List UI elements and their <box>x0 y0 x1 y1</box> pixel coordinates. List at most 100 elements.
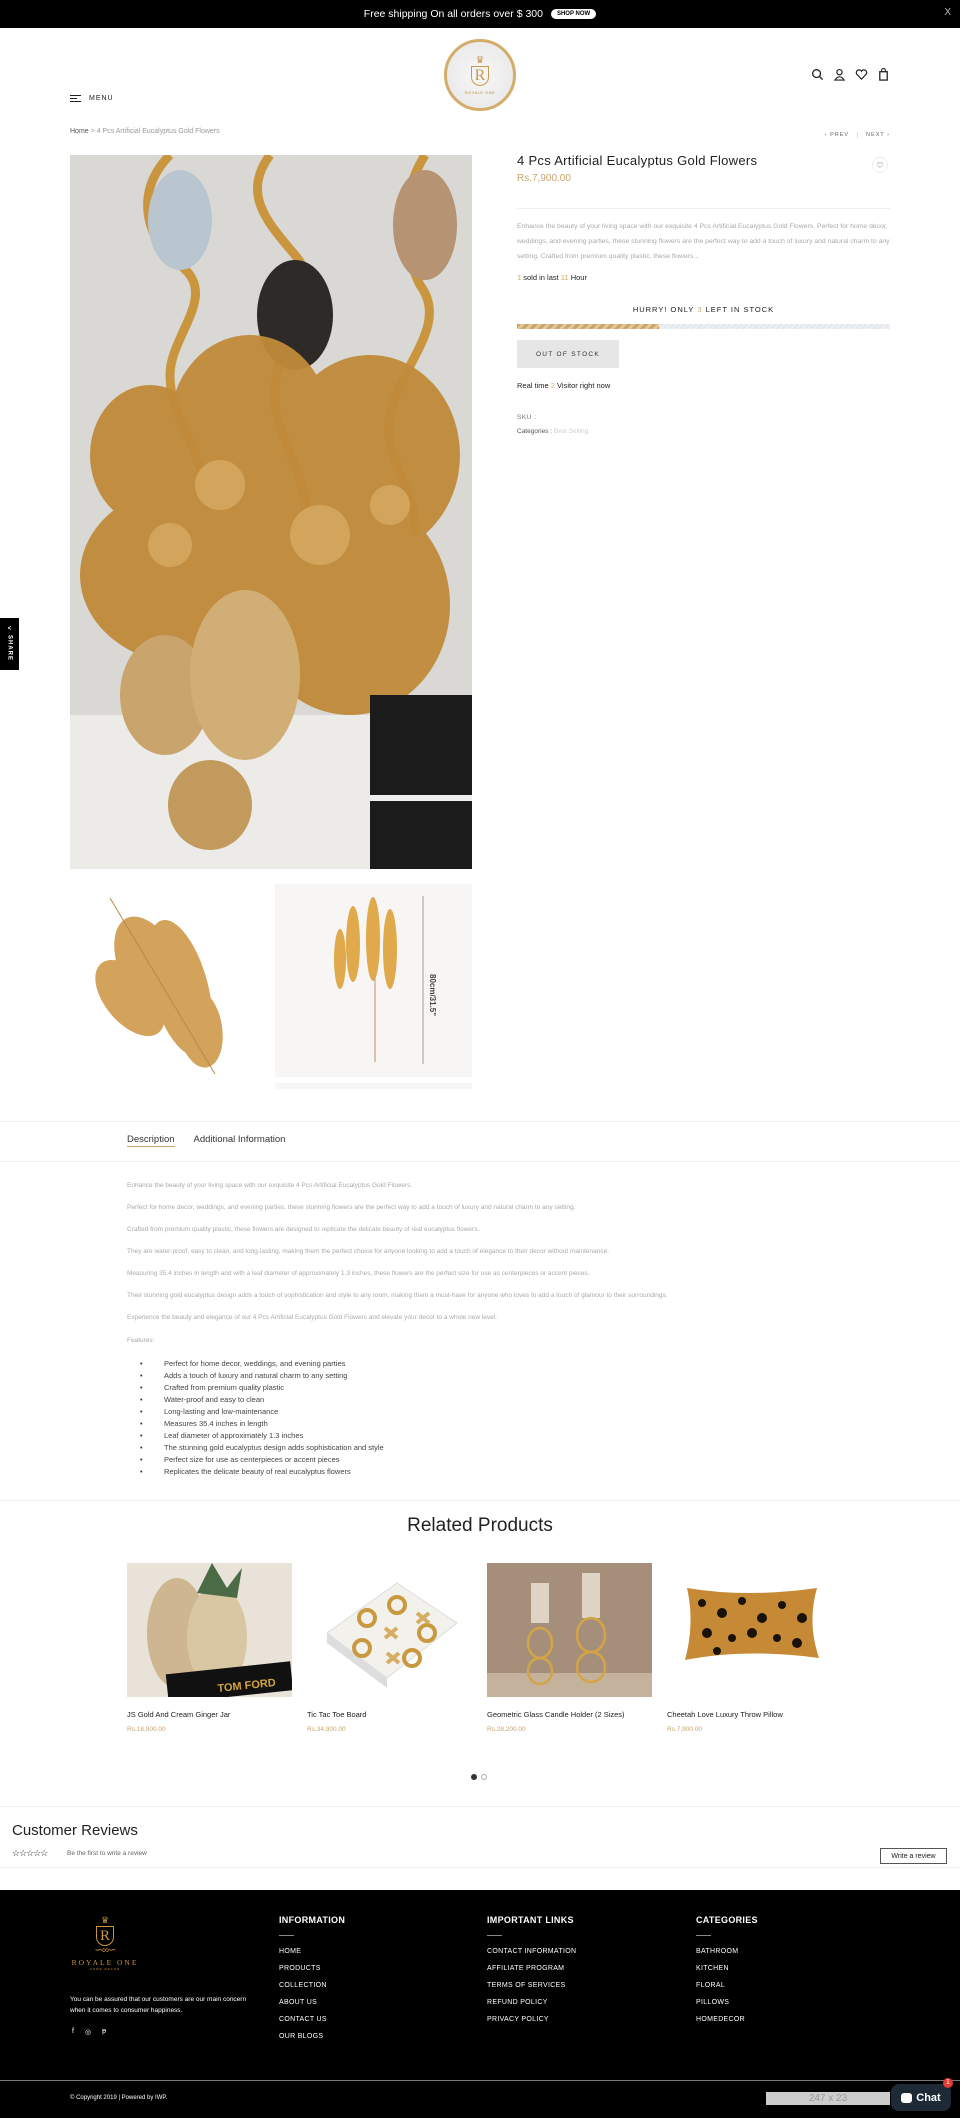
share-button[interactable]: < SHARE <box>0 618 19 670</box>
divider <box>0 2080 960 2081</box>
search-icon[interactable] <box>811 68 824 81</box>
pinterest-icon[interactable]: ᵽ <box>102 2028 106 2036</box>
product-name[interactable]: JS Gold And Cream Ginger Jar <box>127 1710 292 1719</box>
site-logo[interactable]: ♛ R ROYALE ONE <box>444 39 516 111</box>
feature-item: Measures 35.4 inches in length <box>140 1419 384 1431</box>
stock-progress-fill <box>517 324 659 329</box>
shop-now-button[interactable]: SHOP NOW <box>550 9 597 19</box>
divider <box>0 1161 960 1162</box>
categories: Categories : Best Selling <box>517 428 588 435</box>
product-image[interactable]: TOM FORD <box>127 1563 292 1697</box>
sku-label: SKU : <box>517 414 537 421</box>
footer-column-title: CATEGORIES <box>696 1915 758 1925</box>
stock-progress-bar <box>517 324 890 329</box>
announcement-text: Free shipping On all orders over $ 300 <box>363 8 543 20</box>
reviews-empty-text: Be the first to write a review <box>67 1850 147 1857</box>
close-announcement-icon[interactable]: X <box>944 7 951 18</box>
divider <box>0 1500 960 1501</box>
feature-item: Crafted from premium quality plastic <box>140 1383 384 1395</box>
product-price: Rs.28,200.00 <box>487 1726 526 1733</box>
hamburger-icon <box>70 95 81 102</box>
carousel-dot[interactable] <box>471 1774 477 1780</box>
footer-link[interactable]: TERMS OF SERVICES <box>487 1982 576 1999</box>
footer-column-title: IMPORTANT LINKS <box>487 1915 574 1925</box>
footer-link[interactable]: CONTACT US <box>279 2016 345 2033</box>
features-label: Features: <box>127 1337 155 1344</box>
footer-link[interactable]: AFFILIATE PROGRAM <box>487 1965 576 1982</box>
footer-link[interactable]: HOME <box>279 1948 345 1965</box>
product-tabs: Description Additional Information <box>127 1134 285 1147</box>
footer-link[interactable]: OUR BLOGS <box>279 2033 345 2050</box>
category-link[interactable]: Best Selling <box>554 428 588 435</box>
chat-button[interactable]: Chat <box>891 2084 951 2111</box>
breadcrumb-separator: > <box>90 128 95 135</box>
footer-logo[interactable]: ♛ R ∽∞∽ ROYALE ONE HOME DECOR <box>70 1915 140 1971</box>
share-icon: < <box>7 626 12 633</box>
description-paragraph: They are water-proof, easy to clean, and… <box>127 1248 610 1255</box>
heart-icon[interactable] <box>855 68 868 81</box>
out-of-stock-button[interactable]: OUT OF STOCK <box>517 340 619 368</box>
product-image[interactable] <box>487 1563 652 1697</box>
carousel-dot[interactable] <box>481 1774 487 1780</box>
footer-link[interactable]: PRIVACY POLICY <box>487 2016 576 2033</box>
related-product-card[interactable]: Tic Tac Toe Board Rs.34,900.00 <box>307 1563 472 1733</box>
tab-additional-information[interactable]: Additional Information <box>194 1134 286 1147</box>
product-name[interactable]: Tic Tac Toe Board <box>307 1710 472 1719</box>
footer-link[interactable]: COLLECTION <box>279 1982 345 1999</box>
chat-notification-badge: 1 <box>943 2078 953 2088</box>
cheetah-pillow-photo <box>667 1563 832 1697</box>
footer-link[interactable]: ABOUT US <box>279 1999 345 2016</box>
description-paragraph: Crafted from premium quality plastic, th… <box>127 1226 480 1233</box>
instagram-icon[interactable]: ◎ <box>85 2028 91 2036</box>
related-product-card[interactable]: TOM FORD JS Gold And Cream Ginger Jar Rs… <box>127 1563 292 1733</box>
footer-link[interactable]: FLORAL <box>696 1982 758 1999</box>
sold-suffix: Hour <box>570 273 587 282</box>
menu-button[interactable]: MENU <box>70 95 114 102</box>
thumbnail-image-3[interactable] <box>275 1083 472 1089</box>
product-price: Rs.18,900.00 <box>127 1726 166 1733</box>
footer-link[interactable]: PILLOWS <box>696 1999 758 2016</box>
footer-link[interactable]: REFUND POLICY <box>487 1999 576 2016</box>
wishlist-button[interactable]: ♡ <box>872 157 888 173</box>
sold-hours: 11 <box>560 273 569 282</box>
breadcrumb-home[interactable]: Home <box>70 128 89 135</box>
footer-link[interactable]: HOMEDECOR <box>696 2016 758 2033</box>
footer-link[interactable]: CONTACT INFORMATION <box>487 1948 576 1965</box>
footer-column-categories: CATEGORIES BATHROOM KITCHEN FLORAL PILLO… <box>696 1915 758 2033</box>
tab-description[interactable]: Description <box>127 1134 175 1147</box>
thumbnail-image-1[interactable] <box>70 878 260 1074</box>
related-products-title: Related Products <box>407 1515 553 1536</box>
footer-link[interactable]: BATHROOM <box>696 1948 758 1965</box>
eucalyptus-stems-photo <box>95 897 223 1074</box>
write-review-button[interactable]: Write a review <box>880 1848 947 1864</box>
account-icon[interactable] <box>833 68 846 81</box>
logo-text: ROYALE ONE <box>464 89 496 95</box>
product-name[interactable]: Cheetah Love Luxury Throw Pillow <box>667 1710 832 1719</box>
footer-column-important-links: IMPORTANT LINKS CONTACT INFORMATION AFFI… <box>487 1915 576 2033</box>
star-rating: ☆☆☆☆☆ <box>12 1848 48 1858</box>
prev-product-link[interactable]: ‹ PREV <box>825 132 849 138</box>
footer-column-title: INFORMATION <box>279 1915 346 1925</box>
footer-about: You can be assured that our customers ar… <box>70 1996 247 2014</box>
visitor-count: 2 <box>550 381 555 390</box>
footer-link[interactable]: KITCHEN <box>696 1965 758 1982</box>
chat-label: Chat <box>916 2091 941 2104</box>
related-product-card[interactable]: Geometric Glass Candle Holder (2 Sizes) … <box>487 1563 652 1733</box>
product-image[interactable] <box>307 1563 472 1697</box>
related-product-card[interactable]: Cheetah Love Luxury Throw Pillow Rs.7,90… <box>667 1563 832 1733</box>
thumbnail-image-2[interactable]: 80cm/31.5" <box>275 884 472 1077</box>
product-name[interactable]: Geometric Glass Candle Holder (2 Sizes) <box>487 1710 652 1719</box>
sold-counter: 1 sold in last 11 Hour <box>517 273 587 282</box>
product-short-description: Enhance the beauty of your living space … <box>517 223 890 260</box>
product-price: Rs.34,900.00 <box>307 1726 346 1733</box>
description-paragraph: Their stunning gold eucalyptus design ad… <box>127 1292 668 1299</box>
product-image[interactable] <box>667 1563 832 1697</box>
cart-icon[interactable] <box>877 68 890 81</box>
footer-link[interactable]: PRODUCTS <box>279 1965 345 1982</box>
main-product-image[interactable] <box>70 155 472 869</box>
facebook-icon[interactable]: f <box>72 2028 74 2036</box>
logo-subtitle: HOME DECOR <box>89 1967 121 1971</box>
stock-left: 3 <box>697 305 703 314</box>
next-product-link[interactable]: NEXT › <box>857 132 890 138</box>
categories-label: Categories : <box>517 428 553 435</box>
